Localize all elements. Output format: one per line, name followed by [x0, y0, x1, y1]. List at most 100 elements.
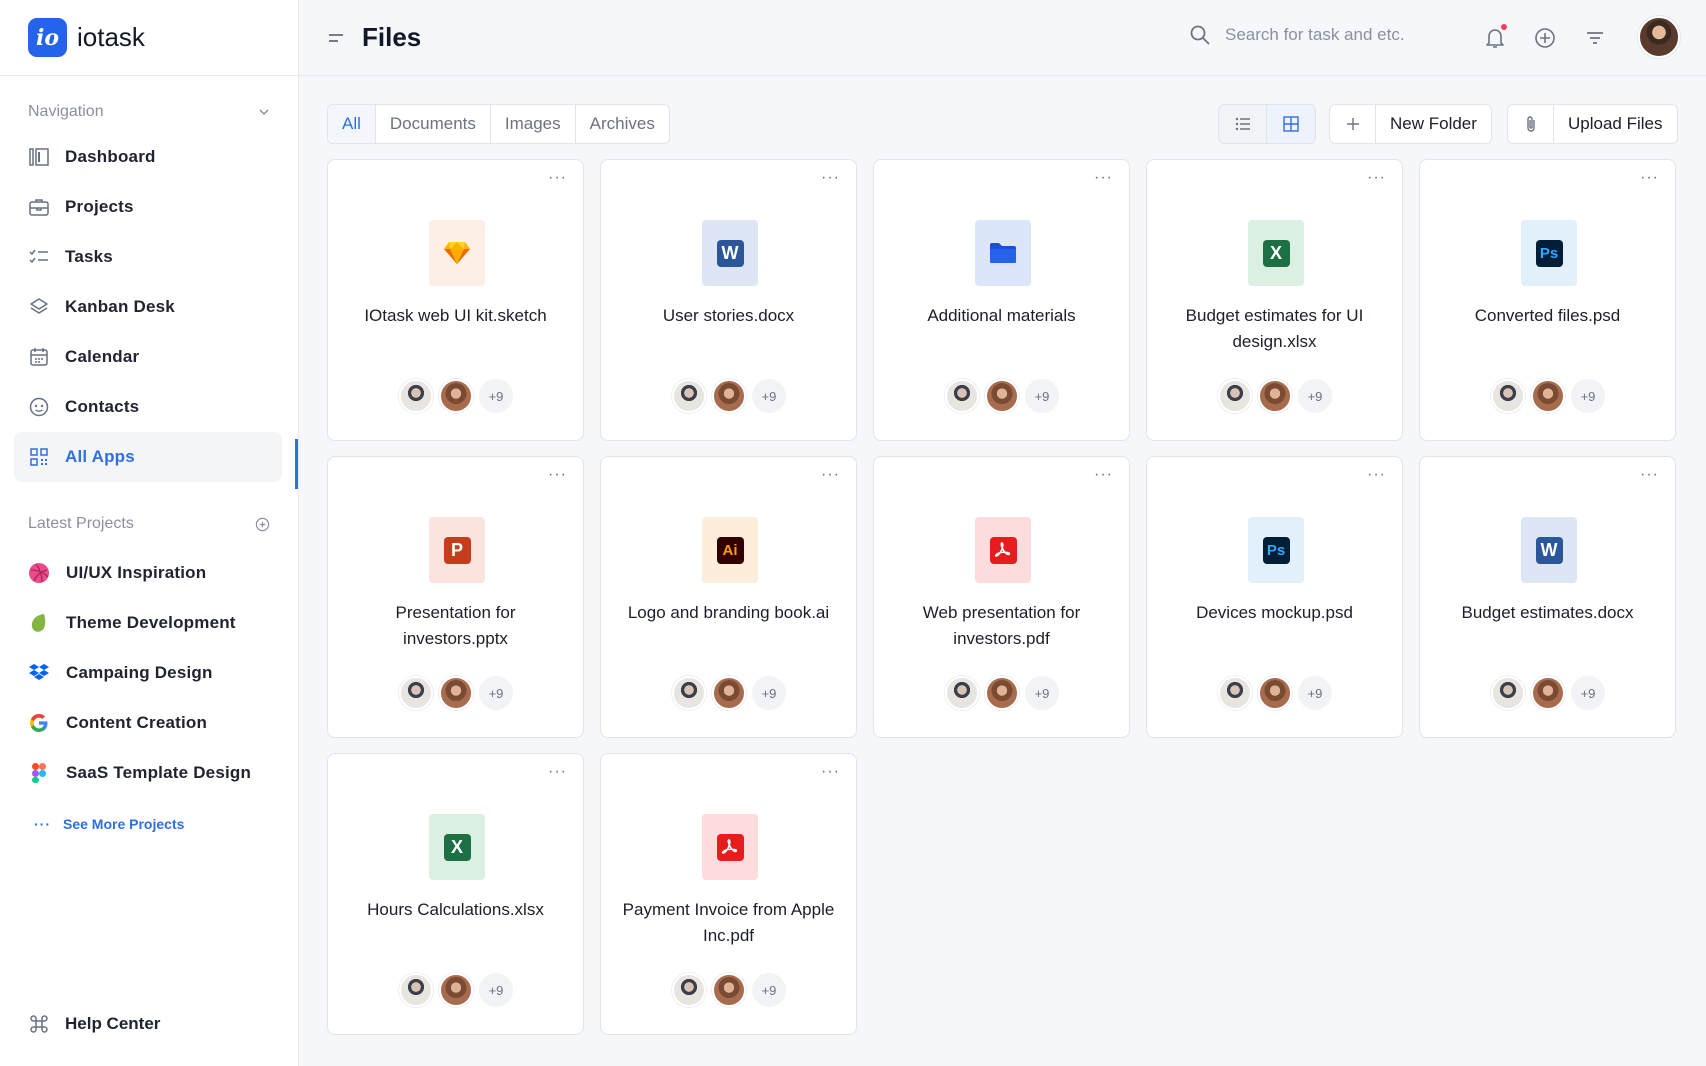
- file-name: Devices mockup.psd: [1196, 603, 1353, 622]
- calendar-icon: [28, 346, 50, 368]
- add-circle-icon[interactable]: [1533, 26, 1557, 50]
- folder-icon: [975, 220, 1031, 286]
- top-header: Files: [299, 0, 1706, 76]
- navigation-section-toggle[interactable]: Navigation: [0, 92, 298, 132]
- more-members-count[interactable]: +9: [752, 676, 786, 710]
- project-saas-template-design[interactable]: SaaS Template Design: [0, 748, 298, 798]
- tab-all[interactable]: All: [328, 105, 376, 143]
- brand-name: iotask: [77, 22, 145, 52]
- search-bar: [1189, 24, 1455, 46]
- member-avatar: [439, 379, 473, 413]
- more-options-icon[interactable]: ···: [1367, 467, 1386, 483]
- project-ui-ux-inspiration[interactable]: UI/UX Inspiration: [0, 548, 298, 598]
- more-members-count[interactable]: +9: [752, 379, 786, 413]
- grid-view-button[interactable]: [1267, 105, 1315, 143]
- member-avatar: [1258, 379, 1292, 413]
- file-card[interactable]: ··· Web presentation for investors.pdf +…: [873, 456, 1130, 738]
- search-icon[interactable]: [1189, 24, 1211, 46]
- folder-card[interactable]: ··· Additional materials +9: [873, 159, 1130, 441]
- filter-icon[interactable]: [1583, 26, 1607, 50]
- add-project-icon[interactable]: [255, 517, 270, 532]
- sidebar-item-kanban-desk[interactable]: Kanban Desk: [0, 282, 298, 332]
- file-card[interactable]: ··· Ai Logo and branding book.ai +9: [600, 456, 857, 738]
- apps-grid-icon: [28, 446, 50, 468]
- file-card[interactable]: ··· Ps Devices mockup.psd +9: [1146, 456, 1403, 738]
- help-center-label: Help Center: [65, 1014, 161, 1033]
- more-dots-icon: ···: [34, 816, 51, 832]
- file-name: IOtask web UI kit.sketch: [364, 306, 547, 325]
- more-members-count[interactable]: +9: [1571, 676, 1605, 710]
- more-options-icon[interactable]: ···: [1640, 170, 1659, 186]
- member-avatar: [399, 973, 433, 1007]
- sidebar-item-tasks[interactable]: Tasks: [0, 232, 298, 282]
- more-members-count[interactable]: +9: [752, 973, 786, 1007]
- more-members-count[interactable]: +9: [479, 379, 513, 413]
- more-options-icon[interactable]: ···: [1367, 170, 1386, 186]
- file-card[interactable]: ··· Payment Invoice from Apple Inc.pdf +…: [600, 753, 857, 1035]
- word-file-icon: W: [1521, 517, 1577, 583]
- more-members-count[interactable]: +9: [1025, 676, 1059, 710]
- member-avatars: +9: [1491, 379, 1605, 413]
- briefcase-icon: [28, 196, 50, 218]
- notifications-bell-icon[interactable]: [1483, 23, 1508, 50]
- file-card[interactable]: ··· X Budget estimates for UI design.xls…: [1146, 159, 1403, 441]
- user-avatar[interactable]: [1638, 16, 1680, 58]
- more-options-icon[interactable]: ···: [548, 170, 567, 186]
- powerpoint-file-icon: P: [429, 517, 485, 583]
- tab-images[interactable]: Images: [491, 105, 576, 143]
- sidebar-item-projects[interactable]: Projects: [0, 182, 298, 232]
- project-content-creation[interactable]: Content Creation: [0, 698, 298, 748]
- see-more-projects-link[interactable]: ··· See More Projects: [0, 806, 298, 842]
- more-members-count[interactable]: +9: [1298, 676, 1332, 710]
- member-avatars: +9: [399, 973, 513, 1007]
- more-options-icon[interactable]: ···: [821, 764, 840, 780]
- project-theme-development[interactable]: Theme Development: [0, 598, 298, 648]
- more-members-count[interactable]: +9: [1571, 379, 1605, 413]
- more-members-count[interactable]: +9: [479, 973, 513, 1007]
- more-options-icon[interactable]: ···: [1094, 467, 1113, 483]
- page-title: Files: [362, 22, 422, 52]
- menu-toggle-icon[interactable]: [326, 28, 346, 48]
- member-avatar: [399, 676, 433, 710]
- more-members-count[interactable]: +9: [479, 676, 513, 710]
- member-avatar: [399, 379, 433, 413]
- file-card[interactable]: ··· Ps Converted files.psd +9: [1419, 159, 1676, 441]
- file-card[interactable]: ··· W User stories.docx +9: [600, 159, 857, 441]
- file-card[interactable]: ··· IOtask web UI kit.sketch +9: [327, 159, 584, 441]
- member-avatar: [945, 379, 979, 413]
- more-members-count[interactable]: +9: [1298, 379, 1332, 413]
- file-name: Budget estimates.docx: [1461, 603, 1634, 622]
- more-options-icon[interactable]: ···: [548, 764, 567, 780]
- more-members-count[interactable]: +9: [1025, 379, 1059, 413]
- more-options-icon[interactable]: ···: [1640, 467, 1659, 483]
- tab-archives[interactable]: Archives: [576, 105, 669, 143]
- file-card[interactable]: ··· P Presentation for investors.pptx +9: [327, 456, 584, 738]
- sidebar-item-dashboard[interactable]: Dashboard: [0, 132, 298, 182]
- file-card[interactable]: ··· X Hours Calculations.xlsx +9: [327, 753, 584, 1035]
- help-center-link[interactable]: Help Center: [0, 1004, 160, 1044]
- more-options-icon[interactable]: ···: [821, 170, 840, 186]
- project-campaing-design[interactable]: Campaing Design: [0, 648, 298, 698]
- search-input[interactable]: [1225, 25, 1455, 45]
- file-card[interactable]: ··· W Budget estimates.docx +9: [1419, 456, 1676, 738]
- more-options-icon[interactable]: ···: [1094, 170, 1113, 186]
- sidebar-item-calendar[interactable]: Calendar: [0, 332, 298, 382]
- tab-documents[interactable]: Documents: [376, 105, 491, 143]
- new-folder-button[interactable]: New Folder: [1329, 104, 1492, 144]
- list-view-button[interactable]: [1219, 105, 1267, 143]
- project-label: Content Creation: [66, 713, 208, 732]
- member-avatars: +9: [945, 379, 1059, 413]
- sidebar: io iotask Navigation Dashboard Projects …: [0, 0, 299, 1066]
- file-name: Web presentation for investors.pdf: [922, 603, 1081, 648]
- sidebar-item-contacts[interactable]: Contacts: [0, 382, 298, 432]
- upload-files-button[interactable]: Upload Files: [1507, 104, 1678, 144]
- chevron-down-icon: [259, 109, 269, 116]
- project-label: UI/UX Inspiration: [66, 563, 207, 582]
- more-options-icon[interactable]: ···: [548, 467, 567, 483]
- project-label: Campaing Design: [66, 663, 213, 682]
- brand[interactable]: io iotask: [0, 0, 298, 76]
- grid-view-icon: [1283, 116, 1299, 132]
- sidebar-item-all-apps[interactable]: All Apps: [14, 432, 282, 482]
- sidebar-item-label: All Apps: [65, 447, 135, 466]
- more-options-icon[interactable]: ···: [821, 467, 840, 483]
